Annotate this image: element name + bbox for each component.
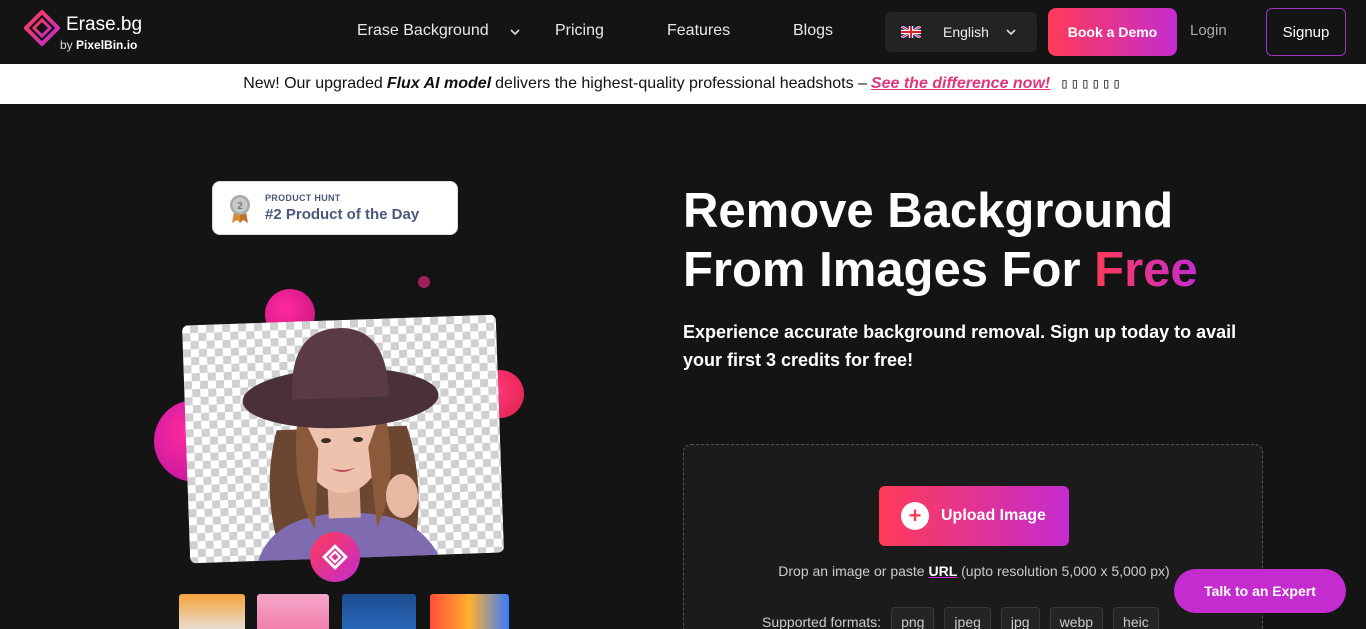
talk-to-expert-button[interactable]: Talk to an Expert [1174,569,1346,613]
erase-bg-logo-icon [322,544,348,570]
chevron-down-icon[interactable] [509,26,521,38]
nav-blogs[interactable]: Blogs [793,22,833,40]
format-chip-jpeg: jpeg [944,607,991,629]
paste-url-link[interactable]: URL [928,563,957,579]
sample-thumbnail[interactable] [179,594,245,629]
language-label: English [943,24,989,40]
supported-formats: Supported formats: png jpeg jpg webp hei… [762,607,1159,629]
banner-emphasis: Flux AI model [386,75,492,92]
sample-thumbnail[interactable] [257,594,329,629]
login-link[interactable]: Login [1190,22,1227,39]
medal-icon: 2 [230,195,250,223]
hero-title: Remove Background From Images For Free [683,184,1198,297]
announcement-banner: New! Our upgraded Flux AI model delivers… [0,64,1366,104]
svg-text:2: 2 [237,201,243,212]
chevron-down-icon [1006,29,1016,36]
uk-flag-icon [901,26,921,38]
woman-with-hat-illustration [242,328,442,564]
brand-subtitle: by PixelBin.io [60,38,138,52]
brand-title: Erase.bg [66,14,143,35]
erase-bg-logo-icon [24,10,60,46]
drop-instructions: Drop an image or paste URL (upto resolut… [778,563,1170,579]
nav-pricing[interactable]: Pricing [555,22,604,40]
formats-label: Supported formats: [762,614,882,629]
upload-image-label: Upload Image [941,507,1046,524]
format-chip-png: png [891,607,935,629]
upload-image-button[interactable]: + Upload Image [879,486,1069,546]
decorative-dot [418,276,430,288]
banner-emoji-placeholder: ▯▯▯▯▯▯ [1060,76,1123,92]
product-hunt-kicker: PRODUCT HUNT [265,193,341,203]
format-chip-heic: heic [1113,607,1159,629]
format-chip-jpg: jpg [1000,607,1040,629]
product-hunt-title: #2 Product of the Day [265,206,420,223]
language-selector[interactable]: English [885,12,1037,52]
nav-erase-background[interactable]: Erase Background [357,22,489,40]
product-hunt-badge[interactable]: 2 PRODUCT HUNT #2 Product of the Day [212,181,458,235]
banner-link[interactable]: See the difference now! [871,75,1050,93]
hero-title-highlight: Free [1094,243,1198,297]
sample-image-card [181,314,505,564]
sample-thumbnail[interactable] [342,594,416,629]
format-chip-webp: webp [1049,607,1104,629]
hero-subtitle: Experience accurate background removal. … [683,322,1237,370]
nav-features[interactable]: Features [667,22,730,40]
plus-icon: + [901,502,929,530]
sample-thumbnail[interactable] [430,594,509,629]
erase-bg-badge [310,532,360,582]
banner-middle: delivers the highest-quality professiona… [495,75,867,92]
brand-logo[interactable]: Erase.bg by PixelBin.io [24,10,154,54]
top-navbar: Erase.bg by PixelBin.io Erase Background… [0,0,1366,64]
banner-prefix: New! Our upgraded [243,75,383,92]
book-demo-button[interactable]: Book a Demo [1048,8,1177,56]
signup-button[interactable]: Signup [1266,8,1346,56]
